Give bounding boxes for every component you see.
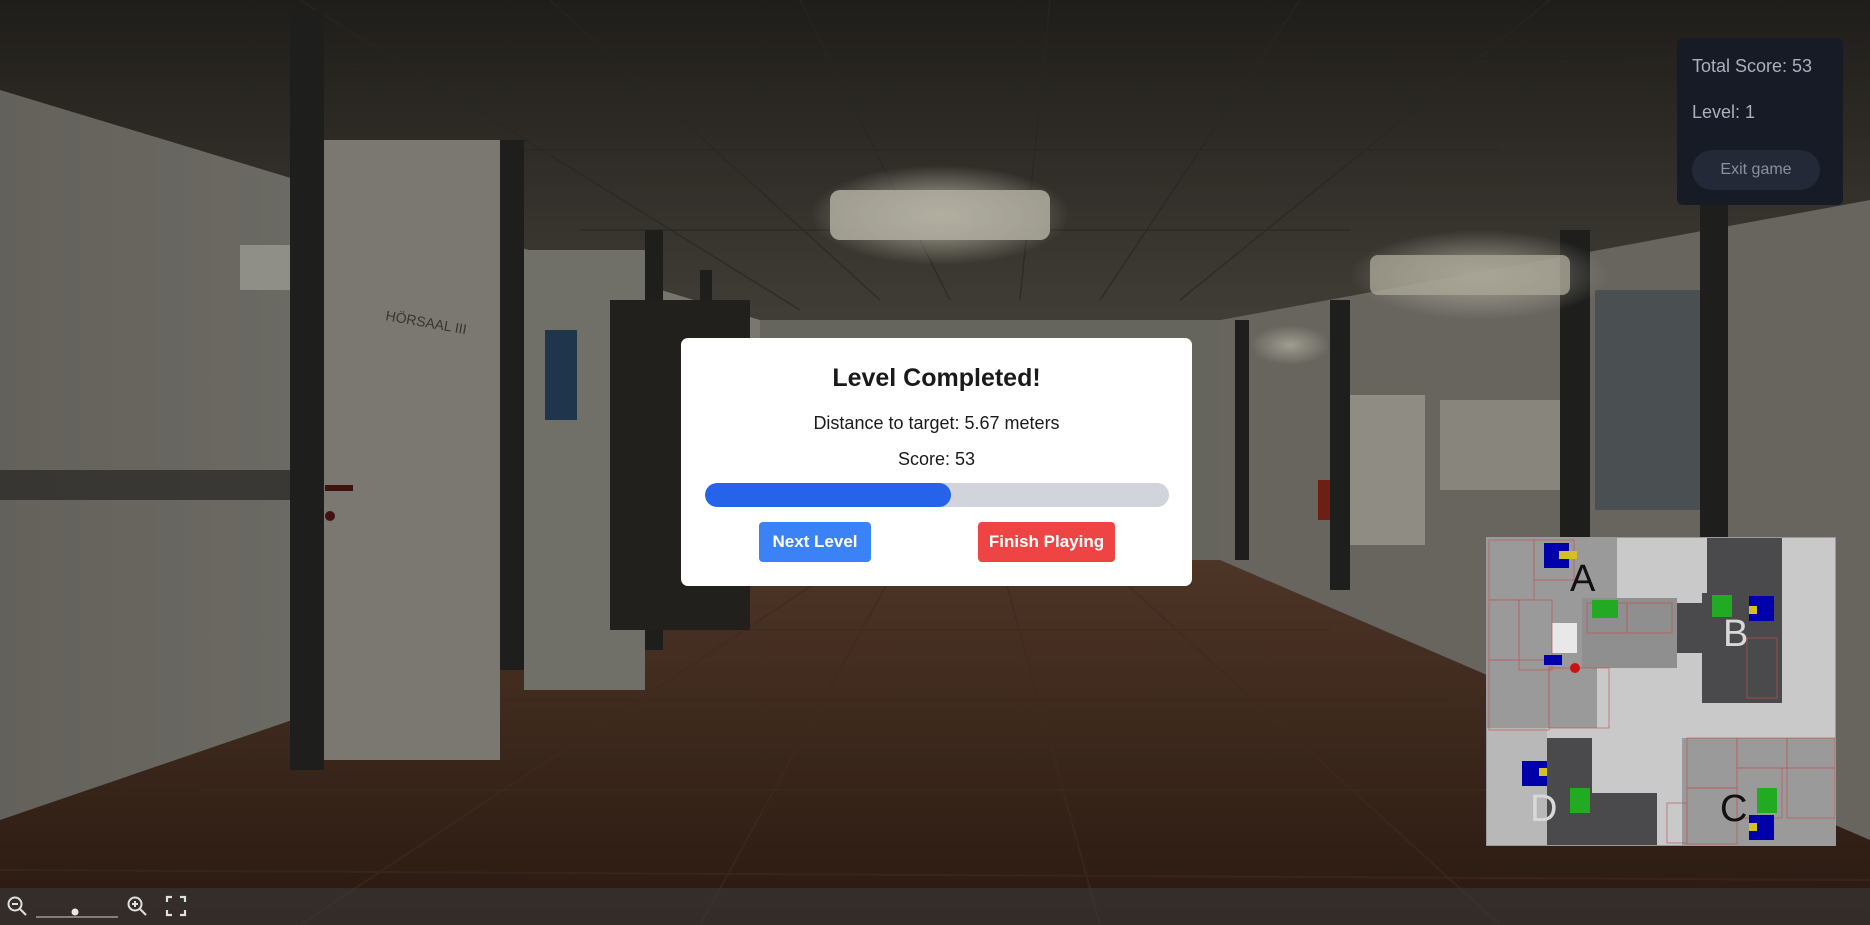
- zoom-slider-handle[interactable]: [71, 903, 79, 921]
- map-label-c: C: [1720, 788, 1748, 830]
- level-indicator: Level: 1: [1692, 102, 1756, 122]
- finish-playing-button[interactable]: Finish Playing: [978, 522, 1115, 562]
- viewer-controls: [0, 888, 1870, 925]
- total-score: Total Score: 53: [1692, 56, 1813, 76]
- score-text: Score: 53: [897, 449, 976, 469]
- next-level-button[interactable]: Next Level: [759, 522, 871, 562]
- level-completed-dialog: Level Completed! Distance to target: 5.6…: [681, 338, 1192, 586]
- exit-game-button[interactable]: Exit game: [1692, 150, 1820, 190]
- minimap[interactable]: A B C D: [1486, 537, 1836, 846]
- distance-text: Distance to target: 5.67 meters: [813, 413, 1060, 433]
- score-panel: Total Score: 53 Level: 1 Exit game: [1677, 38, 1843, 205]
- dialog-title: Level Completed!: [832, 364, 1041, 392]
- fullscreen-icon[interactable]: [165, 895, 187, 922]
- map-label-a: A: [1570, 558, 1596, 600]
- score-progress-bar: [705, 483, 1169, 507]
- zoom-out-icon[interactable]: [6, 895, 28, 922]
- map-label-b: B: [1723, 613, 1749, 655]
- score-progress-fill: [705, 483, 951, 507]
- map-label-d: D: [1530, 788, 1558, 830]
- zoom-in-icon[interactable]: [126, 895, 148, 922]
